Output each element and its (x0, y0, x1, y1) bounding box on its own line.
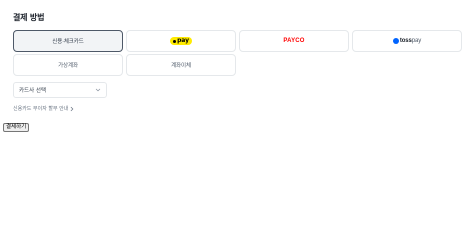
toss-icon (392, 38, 399, 44)
payment-method-row: 가상계좌 계좌이체 (13, 54, 462, 76)
payment-method-title: 결제 방법 (13, 13, 45, 22)
card-payment-button[interactable]: 신용·체크카드 (13, 30, 123, 52)
tosspay-logo-bold: toss (399, 38, 412, 44)
bank-transfer-button[interactable]: 계좌이체 (126, 54, 236, 76)
bank-transfer-label: 계좌이체 (171, 63, 191, 69)
kakaopay-logo: pay (170, 37, 192, 45)
chevron-down-icon (95, 88, 101, 92)
payment-page: 결제 방법 신용·체크카드 pay PAYCO toss pay 가상계좌 계좌… (0, 0, 474, 248)
tosspay-button[interactable]: toss pay (352, 30, 462, 52)
kakaopay-logo-text: pay (177, 37, 189, 44)
card-company-select[interactable]: 카드사 선택 (13, 82, 107, 98)
payco-logo: PAYCO (283, 38, 305, 44)
card-company-select-value: 카드사 선택 (19, 88, 47, 94)
kakaopay-dot-icon (173, 39, 177, 43)
virtual-account-label: 가상계좌 (58, 63, 78, 69)
payco-button[interactable]: PAYCO (239, 30, 349, 52)
virtual-account-button[interactable]: 가상계좌 (13, 54, 123, 76)
kakaopay-button[interactable]: pay (126, 30, 236, 52)
tosspay-logo: toss pay (392, 38, 422, 44)
payment-method-row: 신용·체크카드 pay PAYCO toss pay (13, 30, 462, 52)
card-payment-label: 신용·체크카드 (52, 39, 84, 45)
installment-info-label: 신용카드 무이자 할부 안내 (13, 106, 69, 112)
payment-method-grid: 신용·체크카드 pay PAYCO toss pay 가상계좌 계좌이체 (13, 30, 462, 78)
pay-submit-button[interactable]: 결제하기 (3, 123, 30, 132)
installment-info-link[interactable]: 신용카드 무이자 할부 안내 (13, 105, 75, 112)
chevron-right-icon (71, 106, 74, 111)
tosspay-logo-light: pay (411, 38, 422, 44)
